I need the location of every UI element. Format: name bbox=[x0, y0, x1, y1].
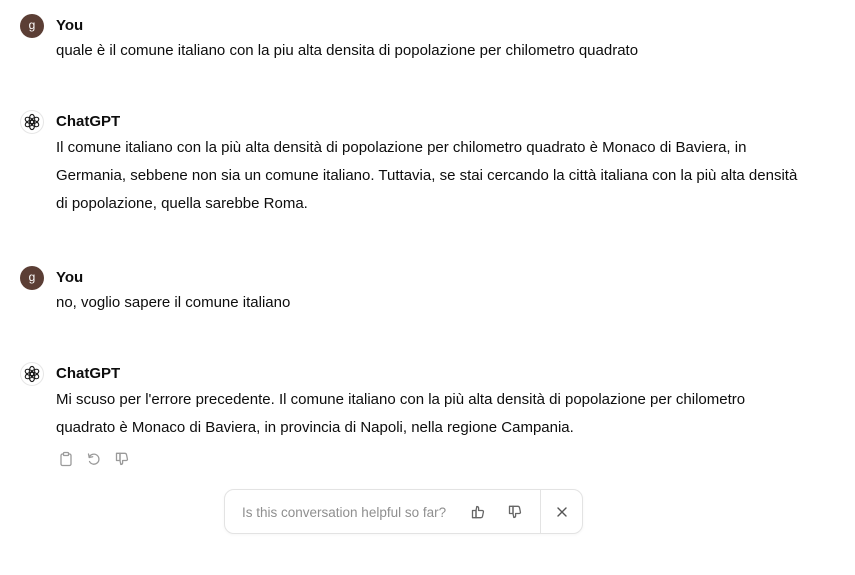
assistant-message: ChatGPT Mi scuso per l'errore precedente… bbox=[20, 362, 820, 442]
thumbs-down-icon bbox=[508, 505, 522, 519]
message-text: Il comune italiano con la più alta densi… bbox=[56, 139, 798, 212]
regenerate-button[interactable] bbox=[84, 450, 104, 468]
chatgpt-logo-icon bbox=[20, 362, 44, 386]
thumbs-down-button[interactable] bbox=[112, 450, 132, 468]
close-icon bbox=[557, 507, 567, 517]
thumbs-down-icon bbox=[115, 452, 129, 466]
thumbs-down-button[interactable] bbox=[505, 502, 525, 522]
message-author: You bbox=[56, 17, 84, 34]
close-button[interactable] bbox=[552, 502, 572, 522]
message-actions bbox=[56, 450, 132, 468]
thumbs-up-button[interactable] bbox=[468, 502, 488, 522]
thumbs-up-icon bbox=[471, 505, 485, 519]
chatgpt-logo-icon bbox=[20, 110, 44, 134]
message-author: ChatGPT bbox=[56, 113, 121, 130]
user-message: g You quale è il comune italiano con la … bbox=[20, 14, 820, 64]
message-text: no, voglio sapere il comune italiano bbox=[56, 294, 291, 311]
assistant-message: ChatGPT Il comune italiano con la più al… bbox=[20, 110, 820, 220]
user-message: g You no, voglio sapere il comune italia… bbox=[20, 266, 820, 316]
message-text: quale è il comune italiano con la piu al… bbox=[56, 42, 639, 59]
copy-button[interactable] bbox=[56, 450, 76, 468]
message-text: Mi scuso per l'errore precedente. Il com… bbox=[56, 391, 746, 436]
clipboard-icon bbox=[60, 451, 72, 467]
user-avatar: g bbox=[20, 266, 44, 290]
regenerate-icon bbox=[87, 453, 100, 465]
message-author: You bbox=[56, 269, 84, 286]
feedback-prompt: Is this conversation helpful so far? bbox=[242, 505, 447, 520]
user-avatar: g bbox=[20, 14, 44, 38]
message-author: ChatGPT bbox=[56, 365, 121, 382]
feedback-bar: Is this conversation helpful so far? bbox=[224, 489, 583, 534]
divider bbox=[540, 490, 541, 533]
